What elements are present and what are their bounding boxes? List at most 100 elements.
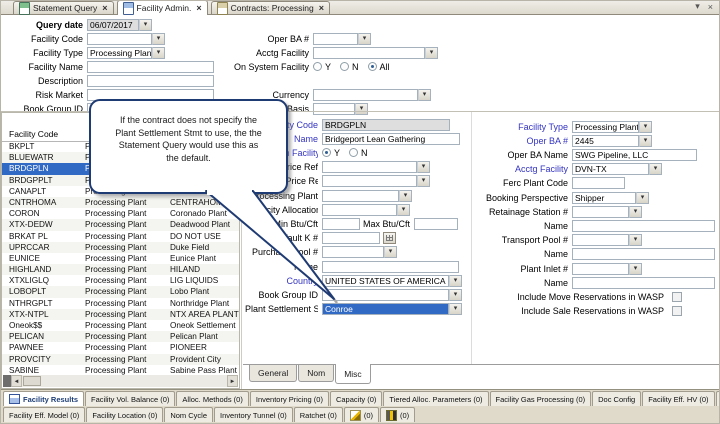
table-row[interactable]: NTHRGPLTProcessing PlantNorthridge Plant bbox=[2, 298, 239, 309]
close-tab-icon[interactable]: × bbox=[319, 4, 324, 13]
country-combo[interactable]: UNITED STATES OF AMERICA bbox=[322, 275, 449, 287]
table-row[interactable]: PROVCITYProcessing PlantProvident City P… bbox=[2, 354, 239, 365]
table-row[interactable]: BRKAT PLProcessing PlantDO NOT USE bbox=[2, 231, 239, 242]
chevron-down-icon[interactable]: ▾ bbox=[355, 103, 368, 115]
currency-filter-combo[interactable] bbox=[313, 89, 418, 101]
chevron-down-icon[interactable]: ▾ bbox=[449, 303, 462, 315]
close-tab-icon[interactable]: × bbox=[102, 4, 107, 13]
bottom-tab-tiered-alloc-parameters-0[interactable]: Tiered Alloc. Parameters (0) bbox=[383, 391, 488, 406]
chevron-down-icon[interactable]: ▾ bbox=[425, 47, 438, 59]
bottom-tab-capacity-0[interactable]: Capacity (0) bbox=[330, 391, 382, 406]
chevron-down-icon[interactable]: ▾ bbox=[629, 234, 642, 246]
oper-ba-combo[interactable]: 2445 bbox=[572, 135, 639, 147]
min-btu-cft-input[interactable] bbox=[322, 218, 360, 230]
chevron-down-icon[interactable]: ▾ bbox=[418, 89, 431, 101]
bottom-tab-nom-cycle[interactable]: Nom Cycle bbox=[164, 407, 213, 422]
sales-price-ref-combo[interactable] bbox=[322, 161, 417, 173]
purchase-pool-combo[interactable] bbox=[322, 246, 384, 258]
facility-name-input[interactable]: Bridgeport Lean Gathering bbox=[322, 133, 460, 145]
max-btu-cft-input[interactable] bbox=[414, 218, 458, 230]
table-row[interactable]: HIGHLANDProcessing PlantHILAND GATHERING… bbox=[2, 264, 239, 275]
table-row[interactable]: CORONProcessing PlantCoronado Plant bbox=[2, 208, 239, 219]
table-row[interactable]: CNTRHOMAProcessing PlantCENTRAHOMA GATHE… bbox=[2, 197, 239, 208]
facility-code-column-header[interactable]: Facility Code bbox=[2, 128, 93, 141]
bottom-tab-facility-vol-balance-0[interactable]: Facility Vol. Balance (0) bbox=[85, 391, 175, 406]
chevron-down-icon[interactable]: ▾ bbox=[639, 135, 652, 147]
table-row[interactable]: XTX-DEDWProcessing PlantDeadwood Plant bbox=[2, 219, 239, 230]
bottom-tab-doc-config[interactable]: Doc Config bbox=[592, 391, 641, 406]
retainage-station-name-input[interactable] bbox=[572, 220, 715, 232]
subtab-nom[interactable]: Nom bbox=[298, 365, 334, 382]
chevron-down-icon[interactable]: ▾ bbox=[649, 163, 662, 175]
table-row[interactable]: XTX-NTPLProcessing PlantNTX AREA PLANT F… bbox=[2, 309, 239, 320]
bottom-tab-inventory-pricing-0[interactable]: Inventory Pricing (0) bbox=[250, 391, 329, 406]
tab-statement-query[interactable]: Statement Query× bbox=[13, 1, 114, 14]
chevron-down-icon[interactable]: ▾ bbox=[397, 204, 410, 216]
oper-ba-name-input[interactable]: SWG Pipeline, LLC bbox=[572, 149, 697, 161]
chevron-down-icon[interactable]: ▾ bbox=[152, 47, 165, 59]
transport-pool-combo[interactable] bbox=[572, 234, 629, 246]
acctg-facility-filter-combo[interactable] bbox=[313, 47, 425, 59]
chevron-down-icon[interactable]: ▾ bbox=[139, 19, 152, 31]
bottom-tab-alloc-methods-0[interactable]: Alloc. Methods (0) bbox=[176, 391, 248, 406]
table-row[interactable]: LOBOPLTProcessing PlantLobo Plant bbox=[2, 286, 239, 297]
bottom-tab-pencil-icon[interactable]: (0) bbox=[344, 407, 379, 422]
bottom-tab-facility-eff-model-0[interactable]: Facility Eff. Model (0) bbox=[3, 407, 85, 422]
chevron-down-icon[interactable]: ▾ bbox=[152, 33, 165, 45]
subtab-general[interactable]: General bbox=[249, 365, 297, 382]
table-row[interactable]: XTXLIGLQProcessing PlantLIG LIQUIDS bbox=[2, 275, 239, 286]
include-move-reservations-checkbox[interactable] bbox=[672, 292, 682, 302]
horizontal-scrollbar[interactable]: ◄ ► bbox=[3, 375, 238, 387]
tab-facility-admin[interactable]: Facility Admin.× bbox=[117, 0, 208, 15]
chevron-down-icon[interactable]: ▾ bbox=[449, 275, 462, 287]
facility-code-filter-combo[interactable] bbox=[87, 33, 152, 45]
scrollbar-thumb[interactable] bbox=[23, 376, 41, 386]
bottom-tab-alias-0[interactable]: Alias (0) bbox=[716, 391, 720, 406]
bottom-tab-chart-icon[interactable]: (0) bbox=[380, 407, 415, 422]
transport-pool-name-input[interactable] bbox=[572, 248, 715, 260]
bottom-tab-inventory-tunnel-0[interactable]: Inventory Tunnel (0) bbox=[214, 407, 293, 422]
plant-inlet-combo[interactable] bbox=[572, 263, 629, 275]
bottom-tab-facility-results[interactable]: Facility Results bbox=[3, 391, 84, 406]
table-row[interactable]: PELICANProcessing PlantPelican Plant bbox=[2, 331, 239, 342]
subtab-misc[interactable]: Misc bbox=[335, 364, 370, 384]
table-row[interactable]: Oneok$$Processing PlantOneok Settlement … bbox=[2, 320, 239, 331]
chevron-down-icon[interactable]: ▾ bbox=[636, 192, 649, 204]
table-row[interactable]: UPRCCARProcessing PlantDuke Field Servic… bbox=[2, 242, 239, 253]
bottom-tab-facility-location-0[interactable]: Facility Location (0) bbox=[86, 407, 163, 422]
chevron-down-icon[interactable]: ▾ bbox=[417, 175, 430, 187]
chevron-down-icon[interactable]: ▾ bbox=[417, 161, 430, 173]
close-window-icon[interactable]: × bbox=[708, 2, 713, 12]
facility-type-combo[interactable]: Processing Plant bbox=[572, 121, 639, 133]
default-k-lookup-button[interactable] bbox=[383, 232, 396, 244]
description-filter-input[interactable] bbox=[87, 75, 214, 87]
chevron-down-icon[interactable]: ▾ bbox=[639, 121, 652, 133]
ferc-plant-code-input[interactable] bbox=[572, 177, 625, 189]
plant-inlet-name-input[interactable] bbox=[572, 277, 715, 289]
chevron-down-icon[interactable]: ▾ bbox=[629, 263, 642, 275]
on-system-facility-filter-radio-y[interactable] bbox=[313, 62, 322, 71]
scroll-right-icon[interactable]: ► bbox=[227, 375, 238, 387]
default-k-input[interactable] bbox=[322, 232, 380, 244]
scroll-left-icon[interactable]: ◄ bbox=[11, 375, 22, 387]
bottom-tab-facility-eff-hv-0[interactable]: Facility Eff. HV (0) bbox=[642, 391, 714, 406]
query-date-combo[interactable]: 06/07/2017 bbox=[87, 19, 139, 31]
chevron-down-icon[interactable]: ▾ bbox=[384, 246, 397, 258]
plant-settlement-stmt-combo[interactable]: Conroe bbox=[322, 303, 449, 315]
bottom-tab-ratchet-0[interactable]: Ratchet (0) bbox=[294, 407, 343, 422]
chevron-down-icon[interactable]: ▾ bbox=[629, 206, 642, 218]
acctg-facility-combo[interactable]: DVN-TX bbox=[572, 163, 649, 175]
table-row[interactable]: EUNICEProcessing PlantEunice Plant bbox=[2, 253, 239, 264]
basis-filter-combo[interactable] bbox=[313, 103, 355, 115]
retainage-station-combo[interactable] bbox=[572, 206, 629, 218]
on-system-facility-filter-radio-all[interactable] bbox=[368, 62, 377, 71]
on-system-facility-radio-y[interactable] bbox=[322, 148, 331, 157]
close-tab-icon[interactable]: × bbox=[196, 4, 201, 13]
chevron-down-icon[interactable]: ▾ bbox=[399, 190, 412, 202]
purchase-price-ref-combo[interactable] bbox=[322, 175, 417, 187]
on-system-facility-radio-n[interactable] bbox=[349, 148, 358, 157]
book-group-id-combo[interactable] bbox=[322, 289, 449, 301]
tab-list-dropdown-icon[interactable]: ▾ bbox=[695, 1, 700, 12]
oper-ba-filter-combo[interactable] bbox=[313, 33, 358, 45]
include-sale-reservations-checkbox[interactable] bbox=[672, 306, 682, 316]
